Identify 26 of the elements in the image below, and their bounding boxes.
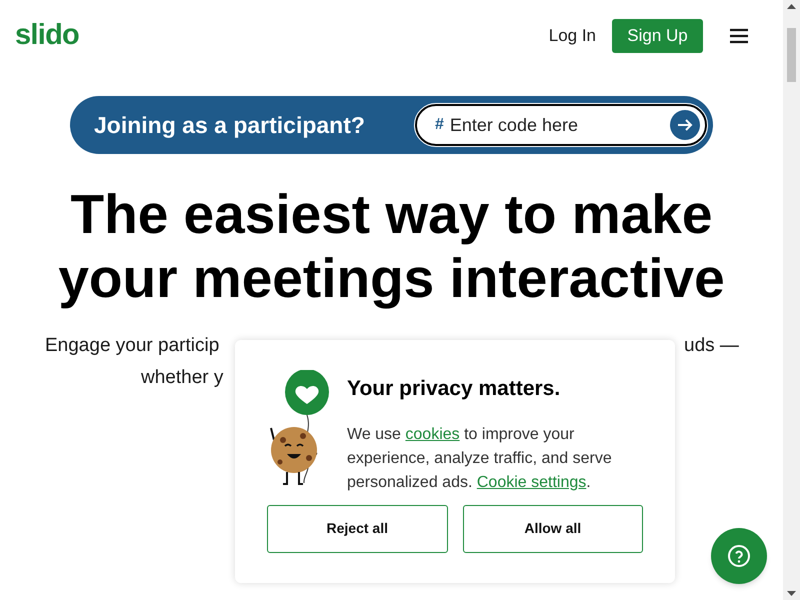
signup-button[interactable]: Sign Up (612, 19, 703, 53)
hash-sign: # (435, 115, 444, 135)
cookie-settings-link[interactable]: Cookie settings (476, 474, 586, 490)
subtitle-text: whether y (141, 366, 224, 390)
scroll-up-icon[interactable] (787, 4, 796, 9)
allow-button[interactable]: Allow all (462, 504, 643, 552)
scrollbar-thumb[interactable] (787, 28, 796, 82)
code-input[interactable]: Enter code here (450, 112, 670, 138)
scrollbar[interactable] (783, 0, 800, 600)
headline: The easiest way to make (70, 182, 712, 246)
reject-button[interactable]: Reject all (267, 504, 448, 552)
subtitle-text: Engage your particip (45, 334, 220, 358)
question-icon (727, 544, 751, 568)
help-button[interactable] (711, 528, 767, 584)
code-entry[interactable]: # Enter code here (415, 104, 707, 146)
login-link[interactable]: Log In (548, 23, 596, 49)
subtitle-text: uds — (684, 334, 739, 358)
privacy-text: We use cookies to improve your experience, analyze traffic, and serve personalized ads. Cookie settings. (347, 424, 613, 492)
logo[interactable]: slido (15, 14, 80, 58)
headline: your meetings interactive (58, 246, 725, 310)
menu-icon[interactable] (729, 28, 749, 44)
join-prompt: Joining as a participant? (94, 110, 365, 140)
scroll-down-icon[interactable] (787, 591, 796, 596)
arrow-right-icon[interactable] (670, 110, 700, 140)
dialog-title: Your privacy matters. (347, 376, 562, 402)
cookies-link[interactable]: cookies (405, 426, 460, 442)
